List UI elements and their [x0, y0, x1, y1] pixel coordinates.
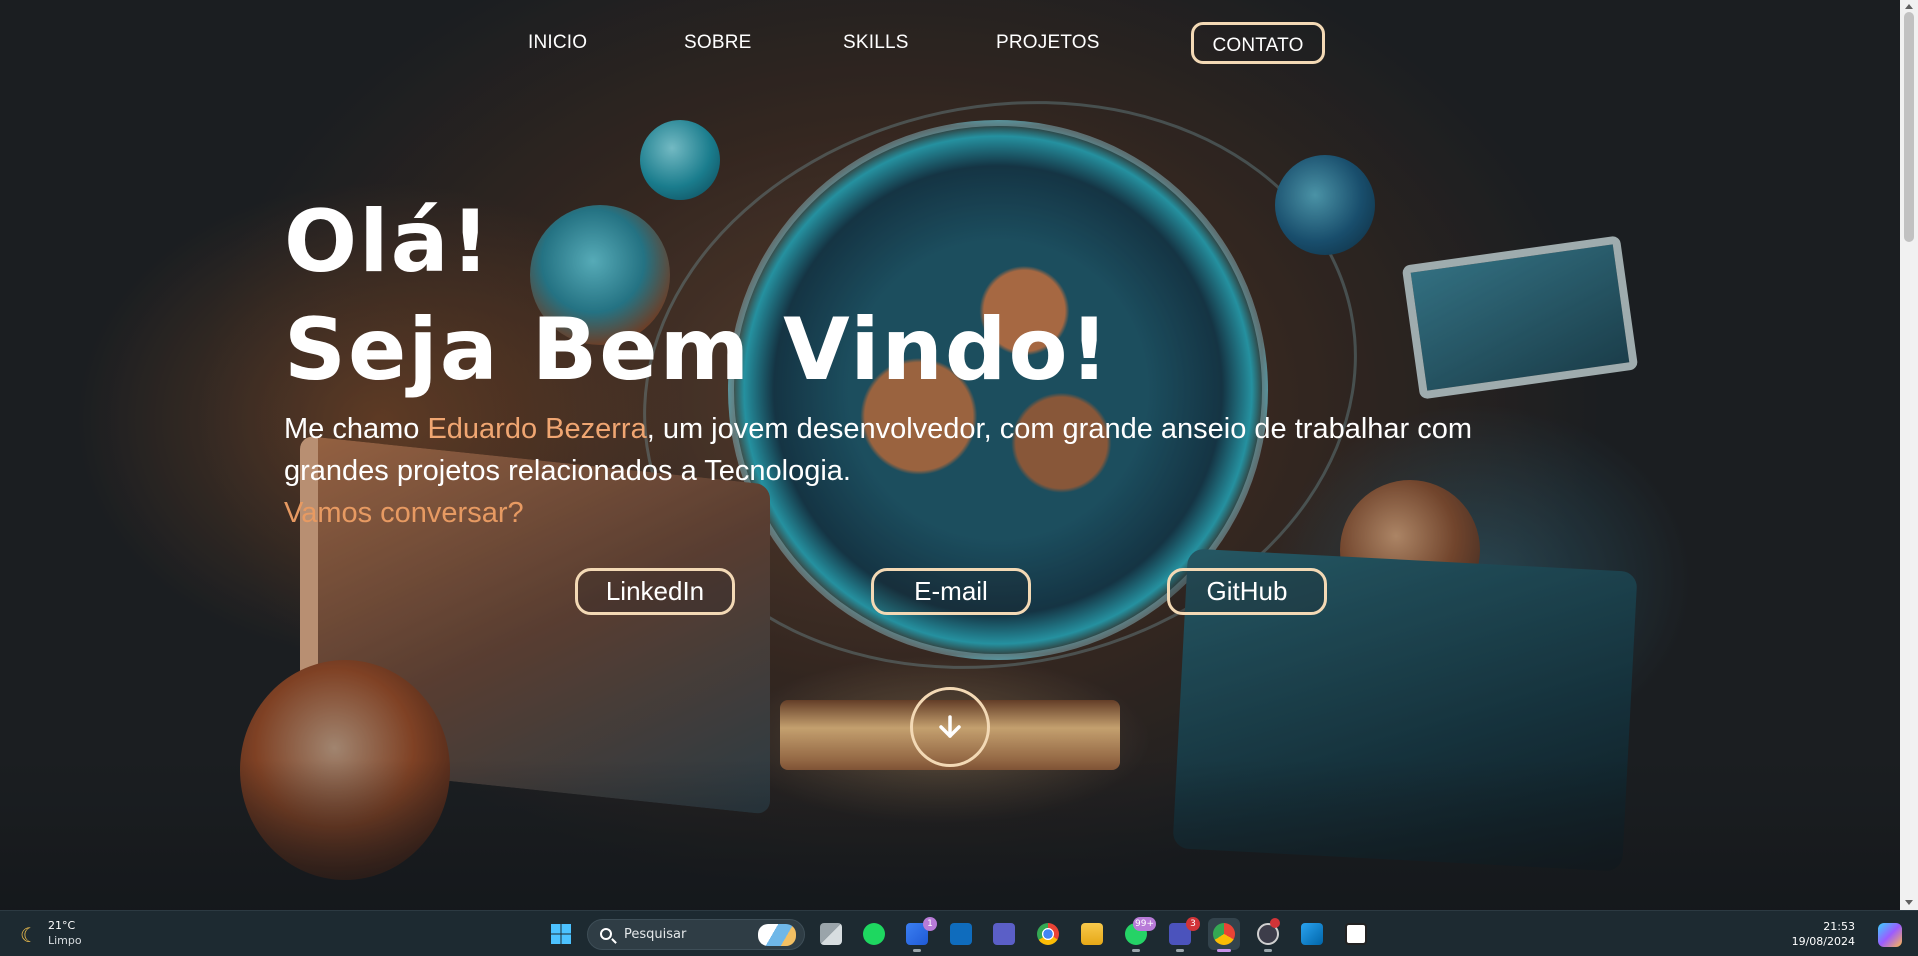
chrome-profile-button[interactable] [1208, 918, 1240, 952]
linkedin-button[interactable]: LinkedIn [575, 568, 735, 615]
nav-skills[interactable]: SKILLS [843, 22, 909, 64]
start-button[interactable] [545, 918, 577, 950]
hero-greeting: Olá! [284, 192, 492, 292]
windows-start-icon [551, 924, 571, 944]
file-explorer-icon [1081, 923, 1103, 945]
spotify-icon [863, 923, 885, 945]
clock-time: 21:53 [1823, 920, 1855, 933]
moon-icon: ☾ [20, 923, 38, 947]
nav-projetos[interactable]: PROJETOS [996, 22, 1100, 64]
email-button[interactable]: E-mail [871, 568, 1031, 615]
nav-sobre[interactable]: SOBRE [684, 22, 752, 64]
whatsapp-button[interactable]: 99+ [1120, 917, 1156, 952]
scroll-down-button[interactable] [910, 687, 990, 767]
running-indicator [1132, 949, 1140, 952]
search-highlight-icon [758, 924, 796, 946]
teams-work-button[interactable]: 3 [1164, 917, 1200, 952]
search-placeholder: Pesquisar [624, 927, 687, 942]
hero-welcome: Seja Bem Vindo! [284, 300, 1111, 400]
outlook-icon [950, 923, 972, 945]
chrome-icon [1037, 923, 1059, 945]
nav-contato-button[interactable]: CONTATO [1191, 22, 1325, 64]
teams-icon [993, 923, 1015, 945]
nav-inicio[interactable]: INICIO [528, 22, 587, 64]
file-explorer-button[interactable] [1076, 918, 1108, 950]
task-view-icon [820, 923, 842, 945]
vscode-button[interactable] [1296, 918, 1328, 950]
scrollbar-thumb[interactable] [1904, 12, 1914, 242]
weather-temp: 21°C [48, 919, 76, 932]
hero-intro: Me chamo Eduardo Bezerra, um jovem desen… [284, 408, 1584, 492]
scroll-up-arrow-icon[interactable] [1905, 4, 1913, 9]
notion-button[interactable] [1340, 918, 1372, 950]
outlook-button[interactable] [945, 918, 977, 950]
running-indicator [913, 949, 921, 952]
author-name: Eduardo Bezerra [427, 413, 647, 445]
chrome-button[interactable] [1032, 918, 1064, 950]
page-scrollbar[interactable] [1900, 0, 1918, 910]
spotify-button[interactable] [858, 918, 890, 950]
scroll-down-arrow-icon[interactable] [1905, 900, 1913, 905]
notification-dot [1270, 918, 1280, 928]
teams-work-badge: 3 [1186, 917, 1200, 931]
search-icon [600, 928, 612, 940]
hero-cta: Vamos conversar? [284, 497, 524, 529]
vscode-icon [1301, 923, 1323, 945]
main-nav: INICIO SOBRE SKILLS PROJETOS CONTATO [0, 22, 1900, 68]
todo-badge: 1 [923, 917, 937, 931]
github-desktop-button[interactable] [1252, 918, 1284, 952]
teams-button[interactable] [988, 918, 1020, 950]
system-clock[interactable]: 21:53 19/08/2024 [1775, 919, 1855, 949]
arrow-down-icon [939, 715, 961, 738]
todo-button[interactable]: 1 [901, 917, 937, 952]
taskbar-search[interactable]: Pesquisar [587, 919, 805, 950]
clock-date: 19/08/2024 [1791, 935, 1855, 948]
intro-prefix: Me chamo [284, 413, 428, 445]
weather-condition: Limpo [48, 934, 82, 947]
task-view-button[interactable] [815, 918, 847, 950]
active-indicator [1217, 949, 1231, 952]
github-button[interactable]: GitHub [1167, 568, 1327, 615]
windows-taskbar: ☾ 21°C Limpo Pesquisar 1 99+ 3 21:53 19/… [0, 910, 1918, 956]
running-indicator [1264, 949, 1272, 952]
copilot-icon[interactable] [1878, 923, 1902, 947]
running-indicator [1176, 949, 1184, 952]
whatsapp-badge: 99+ [1133, 917, 1156, 931]
notion-icon [1345, 923, 1367, 945]
chrome-profile-icon [1213, 923, 1235, 945]
